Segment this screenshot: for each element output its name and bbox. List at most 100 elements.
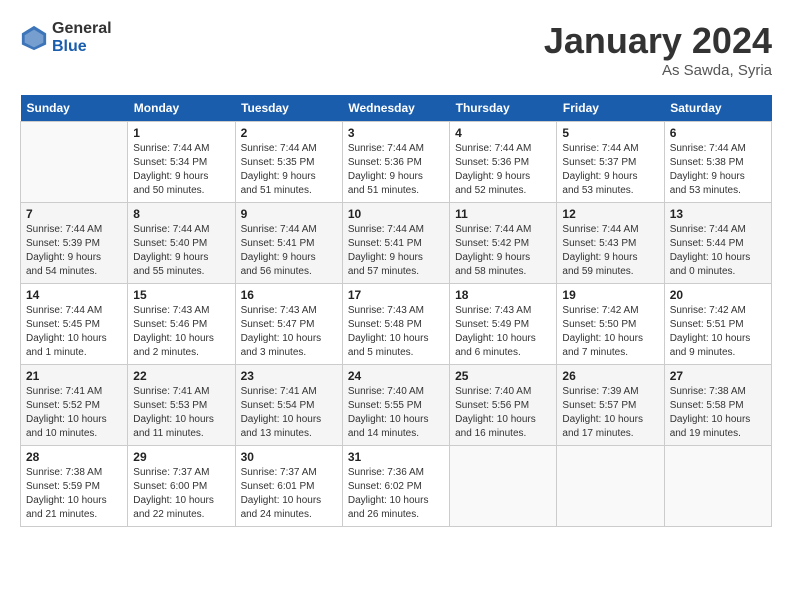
header-thursday: Thursday [450, 95, 557, 122]
calendar-cell [21, 122, 128, 203]
day-number: 20 [670, 288, 766, 302]
week-row-4: 21 Sunrise: 7:41 AM Sunset: 5:52 PM Dayli… [21, 365, 772, 446]
logo-text: General Blue [52, 20, 112, 55]
day-info: Sunrise: 7:44 AM Sunset: 5:38 PM Dayligh… [670, 142, 766, 198]
calendar-cell: 11Sunrise: 7:44 AM Sunset: 5:42 PM Dayli… [450, 203, 557, 284]
day-number: 5 [562, 126, 658, 140]
day-info: Sunrise: 7:44 AM Sunset: 5:36 PM Dayligh… [348, 142, 444, 198]
day-info: Sunrise: 7:44 AM Sunset: 5:39 PM Dayligh… [26, 223, 122, 279]
header-sunday: Sunday [21, 95, 128, 122]
day-number: 1 [133, 126, 229, 140]
day-info: Sunrise: 7:37 AM Sunset: 6:01 PM Dayligh… [241, 466, 337, 522]
header-tuesday: Tuesday [235, 95, 342, 122]
calendar-cell [664, 446, 771, 527]
day-info: Sunrise: 7:43 AM Sunset: 5:46 PM Dayligh… [133, 304, 229, 360]
day-number: 24 [348, 369, 444, 383]
calendar-cell: 19Sunrise: 7:42 AM Sunset: 5:50 PM Dayli… [557, 284, 664, 365]
header-saturday: Saturday [664, 95, 771, 122]
day-number: 25 [455, 369, 551, 383]
logo-icon [20, 24, 48, 52]
day-number: 18 [455, 288, 551, 302]
calendar-cell: 10 Sunrise: 7:44 AM Sunset: 5:41 PM Dayli… [342, 203, 449, 284]
calendar-cell: 24 Sunrise: 7:40 AM Sunset: 5:55 PM Dayli… [342, 365, 449, 446]
day-info: Sunrise: 7:38 AM Sunset: 5:58 PM Dayligh… [670, 385, 766, 441]
day-number: 28 [26, 450, 122, 464]
logo: General Blue [20, 20, 112, 55]
calendar-cell: 2Sunrise: 7:44 AM Sunset: 5:35 PM Daylig… [235, 122, 342, 203]
calendar-cell: 27 Sunrise: 7:38 AM Sunset: 5:58 PM Dayli… [664, 365, 771, 446]
day-number: 22 [133, 369, 229, 383]
logo-general: General [52, 20, 112, 38]
day-info: Sunrise: 7:44 AM Sunset: 5:37 PM Dayligh… [562, 142, 658, 198]
week-row-2: 7 Sunrise: 7:44 AM Sunset: 5:39 PM Daylig… [21, 203, 772, 284]
calendar-cell: 4 Sunrise: 7:44 AM Sunset: 5:36 PM Daylig… [450, 122, 557, 203]
day-number: 31 [348, 450, 444, 464]
day-info: Sunrise: 7:41 AM Sunset: 5:54 PM Dayligh… [241, 385, 337, 441]
day-number: 26 [562, 369, 658, 383]
calendar-cell: 17 Sunrise: 7:43 AM Sunset: 5:48 PM Dayli… [342, 284, 449, 365]
calendar-cell: 25 Sunrise: 7:40 AM Sunset: 5:56 PM Dayli… [450, 365, 557, 446]
calendar-header-row: SundayMondayTuesdayWednesdayThursdayFrid… [21, 95, 772, 122]
header-friday: Friday [557, 95, 664, 122]
day-number: 7 [26, 207, 122, 221]
calendar-cell: 12 Sunrise: 7:44 AM Sunset: 5:43 PM Dayli… [557, 203, 664, 284]
header-wednesday: Wednesday [342, 95, 449, 122]
calendar-cell: 31 Sunrise: 7:36 AM Sunset: 6:02 PM Dayli… [342, 446, 449, 527]
day-info: Sunrise: 7:44 AM Sunset: 5:41 PM Dayligh… [348, 223, 444, 279]
day-info: Sunrise: 7:41 AM Sunset: 5:52 PM Dayligh… [26, 385, 122, 441]
calendar-cell: 7 Sunrise: 7:44 AM Sunset: 5:39 PM Daylig… [21, 203, 128, 284]
location: As Sawda, Syria [544, 62, 772, 79]
day-info: Sunrise: 7:44 AM Sunset: 5:40 PM Dayligh… [133, 223, 229, 279]
day-info: Sunrise: 7:44 AM Sunset: 5:34 PM Dayligh… [133, 142, 229, 198]
day-info: Sunrise: 7:43 AM Sunset: 5:47 PM Dayligh… [241, 304, 337, 360]
calendar-cell: 3 Sunrise: 7:44 AM Sunset: 5:36 PM Daylig… [342, 122, 449, 203]
day-number: 16 [241, 288, 337, 302]
day-number: 23 [241, 369, 337, 383]
logo-blue: Blue [52, 38, 112, 56]
calendar-cell: 21 Sunrise: 7:41 AM Sunset: 5:52 PM Dayli… [21, 365, 128, 446]
day-number: 11 [455, 207, 551, 221]
calendar-cell: 22 Sunrise: 7:41 AM Sunset: 5:53 PM Dayli… [128, 365, 235, 446]
week-row-3: 14 Sunrise: 7:44 AM Sunset: 5:45 PM Dayli… [21, 284, 772, 365]
day-info: Sunrise: 7:44 AM Sunset: 5:43 PM Dayligh… [562, 223, 658, 279]
day-number: 29 [133, 450, 229, 464]
day-number: 4 [455, 126, 551, 140]
day-info: Sunrise: 7:40 AM Sunset: 5:56 PM Dayligh… [455, 385, 551, 441]
calendar-cell: 13Sunrise: 7:44 AM Sunset: 5:44 PM Dayli… [664, 203, 771, 284]
calendar-cell: 8 Sunrise: 7:44 AM Sunset: 5:40 PM Daylig… [128, 203, 235, 284]
day-number: 3 [348, 126, 444, 140]
calendar-cell [450, 446, 557, 527]
day-info: Sunrise: 7:44 AM Sunset: 5:45 PM Dayligh… [26, 304, 122, 360]
calendar-cell: 30Sunrise: 7:37 AM Sunset: 6:01 PM Dayli… [235, 446, 342, 527]
month-title: January 2024 [544, 20, 772, 62]
calendar-cell: 5 Sunrise: 7:44 AM Sunset: 5:37 PM Daylig… [557, 122, 664, 203]
day-info: Sunrise: 7:42 AM Sunset: 5:50 PM Dayligh… [562, 304, 658, 360]
day-info: Sunrise: 7:38 AM Sunset: 5:59 PM Dayligh… [26, 466, 122, 522]
day-number: 14 [26, 288, 122, 302]
day-info: Sunrise: 7:41 AM Sunset: 5:53 PM Dayligh… [133, 385, 229, 441]
day-info: Sunrise: 7:40 AM Sunset: 5:55 PM Dayligh… [348, 385, 444, 441]
day-info: Sunrise: 7:44 AM Sunset: 5:35 PM Dayligh… [241, 142, 337, 198]
day-info: Sunrise: 7:44 AM Sunset: 5:36 PM Dayligh… [455, 142, 551, 198]
day-info: Sunrise: 7:43 AM Sunset: 5:48 PM Dayligh… [348, 304, 444, 360]
day-number: 12 [562, 207, 658, 221]
calendar-cell: 6 Sunrise: 7:44 AM Sunset: 5:38 PM Daylig… [664, 122, 771, 203]
day-number: 6 [670, 126, 766, 140]
day-number: 10 [348, 207, 444, 221]
day-info: Sunrise: 7:44 AM Sunset: 5:41 PM Dayligh… [241, 223, 337, 279]
calendar-cell [557, 446, 664, 527]
day-number: 21 [26, 369, 122, 383]
day-number: 17 [348, 288, 444, 302]
calendar-cell: 18 Sunrise: 7:43 AM Sunset: 5:49 PM Dayli… [450, 284, 557, 365]
calendar-cell: 1 Sunrise: 7:44 AM Sunset: 5:34 PM Daylig… [128, 122, 235, 203]
day-info: Sunrise: 7:36 AM Sunset: 6:02 PM Dayligh… [348, 466, 444, 522]
calendar-cell: 29Sunrise: 7:37 AM Sunset: 6:00 PM Dayli… [128, 446, 235, 527]
day-info: Sunrise: 7:43 AM Sunset: 5:49 PM Dayligh… [455, 304, 551, 360]
week-row-5: 28 Sunrise: 7:38 AM Sunset: 5:59 PM Dayli… [21, 446, 772, 527]
day-info: Sunrise: 7:42 AM Sunset: 5:51 PM Dayligh… [670, 304, 766, 360]
day-number: 13 [670, 207, 766, 221]
calendar-cell: 9Sunrise: 7:44 AM Sunset: 5:41 PM Daylig… [235, 203, 342, 284]
day-number: 8 [133, 207, 229, 221]
day-number: 15 [133, 288, 229, 302]
day-number: 27 [670, 369, 766, 383]
